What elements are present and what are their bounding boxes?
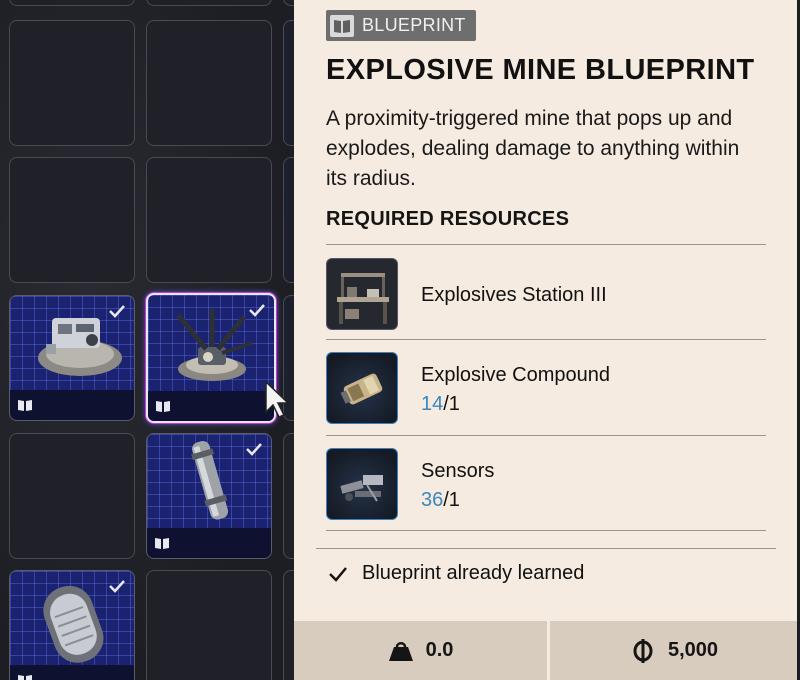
inventory-slot-empty[interactable] bbox=[146, 157, 272, 283]
category-label: BLUEPRINT bbox=[362, 15, 466, 35]
weight-stat: 0.0 bbox=[294, 621, 547, 680]
resource-quantity: 36/1 bbox=[421, 489, 460, 512]
learned-check-icon bbox=[246, 443, 262, 456]
blueprint-book-icon bbox=[156, 401, 170, 412]
learned-check-icon bbox=[249, 304, 265, 317]
item-title: EXPLOSIVE MINE BLUEPRINT bbox=[326, 54, 755, 86]
quantity-owned: 14 bbox=[421, 393, 444, 415]
resource-name: Explosive Compound bbox=[421, 364, 610, 386]
inventory-slot-empty[interactable] bbox=[9, 433, 135, 559]
item-tooltip: BLUEPRINT EXPLOSIVE MINE BLUEPRINT A pro… bbox=[294, 0, 800, 680]
price-value: 5,000 bbox=[667, 639, 719, 661]
divider bbox=[316, 548, 776, 549]
book-icon bbox=[330, 14, 354, 37]
learned-check-icon bbox=[109, 580, 125, 593]
inventory-grid bbox=[0, 0, 294, 680]
divider bbox=[326, 530, 766, 531]
quantity-required: /1 bbox=[443, 489, 460, 511]
learned-check-icon bbox=[109, 305, 125, 318]
inventory-slot-partial[interactable] bbox=[283, 157, 294, 283]
resource-thumbnail bbox=[326, 352, 398, 424]
inventory-slot-partial[interactable] bbox=[283, 570, 294, 680]
inventory-slot-partial[interactable] bbox=[283, 0, 294, 6]
inventory-slot-partial[interactable] bbox=[9, 0, 135, 6]
inventory-slot-capsule-blueprint[interactable] bbox=[9, 570, 135, 680]
inventory-slot-empty[interactable] bbox=[9, 20, 135, 146]
price-stat: 5,000 bbox=[550, 621, 800, 680]
resource-row: Sensors 36/1 bbox=[326, 446, 766, 522]
inventory-slot-empty[interactable] bbox=[146, 20, 272, 146]
divider bbox=[326, 435, 766, 436]
quantity-required: /1 bbox=[443, 393, 460, 415]
inventory-slot-empty[interactable] bbox=[146, 570, 272, 680]
weight-icon bbox=[388, 641, 413, 661]
learned-status-text: Blueprint already learned bbox=[362, 562, 585, 584]
blueprint-book-icon bbox=[155, 538, 169, 549]
quantity-owned: 36 bbox=[421, 489, 444, 511]
workbench-icon bbox=[337, 273, 389, 324]
resource-name: Sensors bbox=[421, 460, 495, 482]
weight-value: 0.0 bbox=[425, 639, 454, 661]
divider bbox=[326, 339, 766, 340]
blueprint-book-icon bbox=[18, 675, 32, 680]
category-badge: BLUEPRINT bbox=[326, 10, 476, 41]
item-stats-footer: 0.0 5,000 bbox=[294, 621, 800, 680]
resource-thumbnail bbox=[326, 448, 398, 520]
resource-thumbnail bbox=[326, 258, 398, 330]
inventory-slot-partial[interactable] bbox=[146, 0, 272, 6]
inventory-slot-partial[interactable] bbox=[283, 433, 294, 559]
item-description: A proximity-triggered mine that pops up … bbox=[326, 107, 740, 190]
inventory-slot-empty[interactable] bbox=[9, 157, 135, 283]
resource-quantity: 14/1 bbox=[421, 393, 460, 416]
resource-row: Explosives Station III bbox=[326, 256, 766, 332]
inventory-slot-turret-blueprint[interactable] bbox=[9, 295, 135, 421]
inventory-slot-explosive-mine-blueprint[interactable] bbox=[146, 293, 276, 423]
resource-row: Explosive Compound 14/1 bbox=[326, 350, 766, 426]
mouse-cursor-icon bbox=[265, 380, 290, 418]
currency-icon bbox=[633, 638, 653, 663]
inventory-slot-pipe-blueprint[interactable] bbox=[146, 433, 272, 559]
sensors-icon bbox=[340, 475, 383, 502]
divider bbox=[326, 244, 766, 245]
resource-name: Explosives Station III bbox=[421, 284, 607, 306]
blueprint-book-icon bbox=[18, 400, 32, 411]
required-resources-header: REQUIRED RESOURCES bbox=[326, 208, 570, 230]
explosive-compound-icon bbox=[340, 373, 383, 405]
learned-status: Blueprint already learned bbox=[328, 562, 584, 585]
inventory-slot-partial[interactable] bbox=[283, 20, 294, 146]
check-icon bbox=[329, 566, 347, 582]
